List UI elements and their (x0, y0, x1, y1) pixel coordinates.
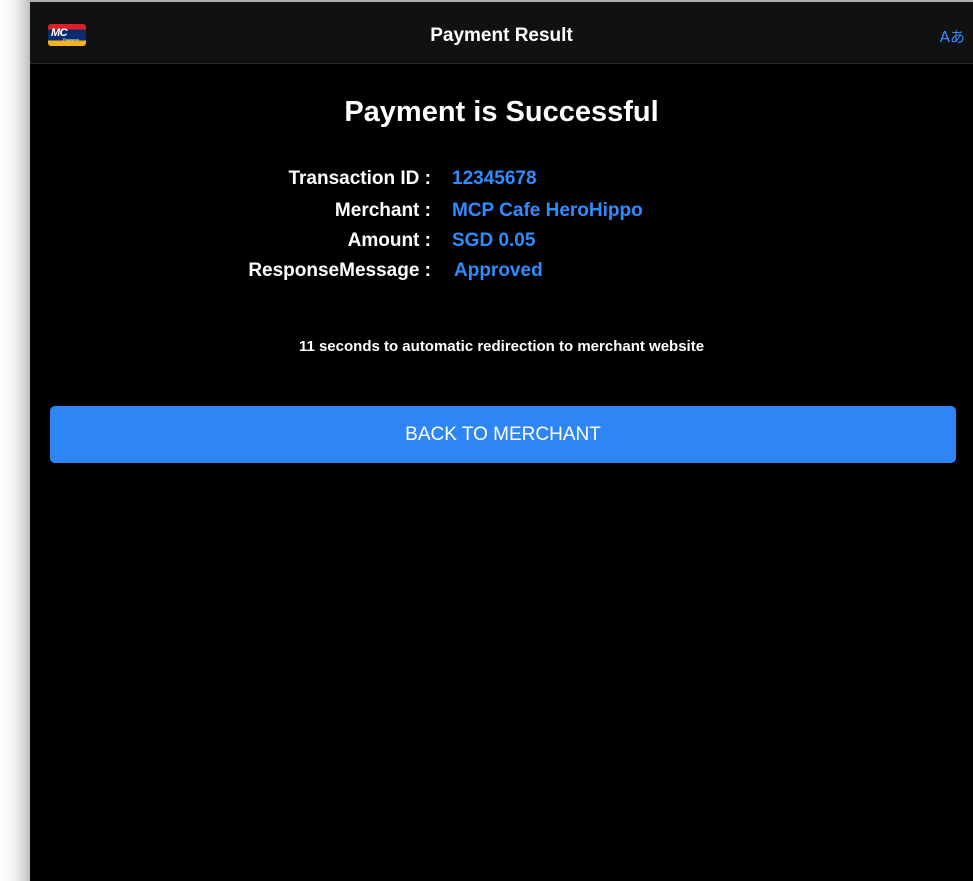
left-panel-edge (0, 0, 30, 881)
translate-icon[interactable]: Aあ (940, 26, 965, 47)
detail-label: ResponseMessage : (248, 260, 431, 281)
detail-row-amount: Amount : SGD 0.05 (30, 230, 973, 260)
detail-value: 12345678 (452, 168, 537, 189)
detail-label: Merchant : (334, 200, 431, 221)
detail-row-transaction-id: Transaction ID : 12345678 (30, 168, 973, 198)
detail-value: SGD 0.05 (452, 230, 536, 251)
back-to-merchant-button[interactable]: BACK TO MERCHANT (50, 406, 956, 463)
redirect-countdown: 11 seconds to automatic redirection to m… (298, 338, 705, 355)
detail-value: Approved (454, 260, 543, 281)
detail-row-merchant: Merchant : MCP Cafe HeroHippo (30, 200, 973, 230)
detail-row-response-message: ResponseMessage : Approved (30, 260, 973, 290)
payment-result-screen: MC Payment Payment Result Aあ Payment is … (30, 0, 973, 881)
result-heading: Payment is Successful (344, 96, 659, 128)
detail-value: MCP Cafe HeroHippo (452, 200, 643, 221)
page-title: Payment Result (430, 25, 573, 46)
navigation-bar: MC Payment Payment Result Aあ (30, 0, 973, 64)
detail-label: Transaction ID : (288, 168, 431, 189)
detail-label: Amount : (347, 230, 431, 251)
